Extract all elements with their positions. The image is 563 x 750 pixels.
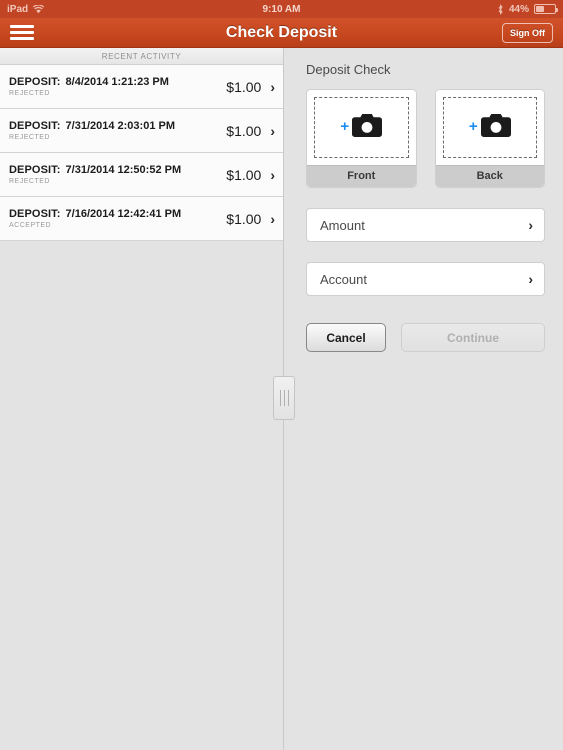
app-root: iPad 9:10 AM 44% Check Deposit Sign Off …	[0, 0, 563, 750]
camera-icon	[480, 113, 511, 142]
row-title: DEPOSIT: 7/31/2014 12:50:52 PM	[9, 164, 226, 176]
amount-field-label: Amount	[320, 217, 365, 233]
split-view: RECENT ACTIVITY DEPOSIT: 8/4/2014 1:21:23…	[0, 48, 563, 750]
front-capture-area[interactable]: +	[307, 90, 416, 165]
chevron-right-icon: ›	[270, 78, 275, 95]
row-content: DEPOSIT: 7/31/2014 2:03:01 PM REJECTED	[9, 120, 226, 141]
amount-field[interactable]: Amount ›	[306, 208, 545, 242]
front-capture-label: Front	[307, 165, 416, 187]
front-capture-card[interactable]: + Front	[306, 89, 417, 188]
cancel-button[interactable]: Cancel	[306, 323, 386, 352]
battery-icon	[534, 4, 558, 14]
hamburger-menu-icon[interactable]	[10, 25, 34, 40]
account-field-label: Account	[320, 271, 367, 287]
row-datetime: 7/31/2014 2:03:01 PM	[65, 120, 175, 132]
table-row[interactable]: DEPOSIT: 7/31/2014 12:50:52 PM REJECTED $…	[0, 153, 283, 197]
row-datetime: 7/16/2014 12:42:41 PM	[65, 208, 182, 220]
chevron-right-icon: ›	[270, 122, 275, 139]
back-capture-card[interactable]: + Back	[434, 89, 545, 188]
recent-activity-header: RECENT ACTIVITY	[0, 48, 283, 65]
deposit-check-pane: Deposit Check + Front + Back Amount › Ac…	[273, 48, 563, 750]
battery-percent: 44%	[508, 3, 529, 15]
status-badge: REJECTED	[9, 178, 50, 185]
row-content: DEPOSIT: 8/4/2014 1:21:23 PM REJECTED	[9, 76, 226, 97]
split-view-drag-handle[interactable]	[273, 376, 295, 420]
row-content: DEPOSIT: 7/16/2014 12:42:41 PM ACCEPTED	[9, 208, 226, 229]
status-badge: ACCEPTED	[9, 222, 52, 229]
back-capture-area[interactable]: +	[435, 90, 544, 165]
back-capture-label: Back	[435, 165, 544, 187]
row-amount: $1.00	[226, 210, 262, 227]
row-amount: $1.00	[226, 78, 262, 95]
chevron-right-icon: ›	[270, 166, 275, 183]
front-capture-dropzone: +	[314, 97, 409, 158]
chevron-right-icon: ›	[528, 271, 533, 287]
row-title: DEPOSIT: 7/31/2014 2:03:01 PM	[9, 120, 226, 132]
account-field[interactable]: Account ›	[306, 262, 545, 296]
table-row[interactable]: DEPOSIT: 7/16/2014 12:42:41 PM ACCEPTED $…	[0, 197, 283, 241]
row-content: DEPOSIT: 7/31/2014 12:50:52 PM REJECTED	[9, 164, 226, 185]
status-bar-right: 44%	[497, 3, 558, 15]
continue-button: Continue	[401, 323, 545, 352]
row-datetime: 8/4/2014 1:21:23 PM	[65, 76, 169, 88]
row-label: DEPOSIT:	[9, 120, 61, 132]
row-label: DEPOSIT:	[9, 76, 61, 88]
page-title: Check Deposit	[225, 23, 338, 41]
row-title: DEPOSIT: 8/4/2014 1:21:23 PM	[9, 76, 226, 88]
status-badge: REJECTED	[9, 134, 50, 141]
row-label: DEPOSIT:	[9, 164, 61, 176]
recent-activity-pane: RECENT ACTIVITY DEPOSIT: 8/4/2014 1:21:23…	[0, 48, 283, 750]
table-row[interactable]: DEPOSIT: 7/31/2014 2:03:01 PM REJECTED $1…	[0, 109, 283, 153]
table-row[interactable]: DEPOSIT: 8/4/2014 1:21:23 PM REJECTED $1.…	[0, 65, 283, 109]
status-bar-clock: 9:10 AM	[262, 3, 301, 15]
row-label: DEPOSIT:	[9, 208, 61, 220]
navigation-bar: Check Deposit Sign Off	[0, 18, 563, 48]
form-actions: Cancel Continue	[306, 323, 545, 352]
deposit-check-form: Deposit Check + Front + Back Amount › Ac…	[284, 48, 563, 352]
plus-icon: +	[468, 118, 478, 135]
chevron-right-icon: ›	[528, 217, 533, 233]
check-capture-row: + Front + Back	[306, 89, 545, 188]
sign-off-button[interactable]: Sign Off	[502, 22, 553, 43]
status-badge: REJECTED	[9, 90, 50, 97]
plus-icon: +	[340, 118, 350, 135]
bluetooth-icon	[497, 3, 504, 15]
deposit-check-title: Deposit Check	[306, 62, 391, 77]
row-amount: $1.00	[226, 122, 262, 139]
back-capture-dropzone: +	[442, 97, 537, 158]
status-bar: iPad 9:10 AM 44%	[0, 0, 563, 18]
row-amount: $1.00	[226, 166, 262, 183]
row-datetime: 7/31/2014 12:50:52 PM	[65, 164, 182, 176]
camera-icon	[352, 113, 383, 142]
chevron-right-icon: ›	[270, 210, 275, 227]
row-title: DEPOSIT: 7/16/2014 12:42:41 PM	[9, 208, 226, 220]
